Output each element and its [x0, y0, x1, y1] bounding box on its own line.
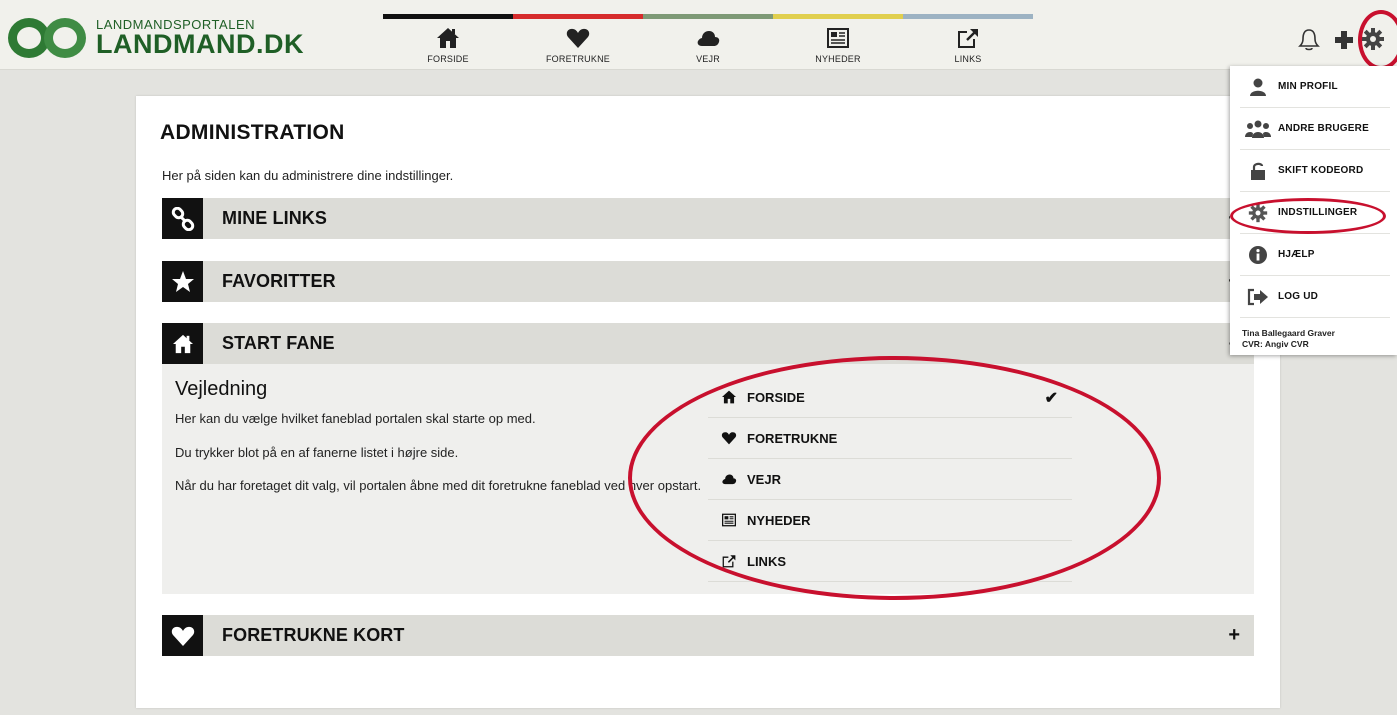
menu-label: SKIFT KODEORD	[1278, 165, 1364, 176]
menu-item-indstillinger[interactable]: INDSTILLINGER	[1240, 192, 1390, 234]
start-option-forside[interactable]: FORSIDE ✔	[708, 377, 1072, 418]
nav-label: LINKS	[954, 54, 982, 64]
menu-item-log-ud[interactable]: LOG UD	[1240, 276, 1390, 318]
start-fane-panel: Vejledning Her kan du vælge hvilket fane…	[162, 364, 1254, 594]
option-label: FORSIDE	[747, 389, 805, 405]
section-mine-links[interactable]: MINE LINKS +	[162, 198, 1254, 239]
section-title: FAVORITTER	[222, 271, 336, 291]
sign-out-icon	[1244, 287, 1272, 307]
logo-rings	[8, 18, 92, 58]
start-option-links[interactable]: LINKS	[708, 541, 1072, 582]
settings-dropdown: MIN PROFIL ANDRE BRUGERE SKIFT KODEORD I…	[1230, 66, 1397, 355]
menu-item-andre-brugere[interactable]: ANDRE BRUGERE	[1240, 108, 1390, 150]
cloud-icon	[697, 31, 720, 46]
menu-label: ANDRE BRUGERE	[1278, 123, 1369, 134]
section-title: START FANE	[222, 333, 335, 353]
nav-tab-foretrukne[interactable]: FORETRUKNE	[513, 14, 643, 70]
user-name: Tina Ballegaard Graver	[1242, 328, 1335, 338]
start-option-foretrukne[interactable]: FORETRUKNE	[708, 418, 1072, 459]
users-icon	[1244, 119, 1272, 139]
page-title: ADMINISTRATION	[160, 121, 345, 144]
chain-link-icon	[162, 198, 203, 239]
menu-label: MIN PROFIL	[1278, 81, 1338, 92]
menu-item-skift-kodeord[interactable]: SKIFT KODEORD	[1240, 150, 1390, 192]
guide-paragraph: Her kan du vælge hvilket faneblad portal…	[175, 411, 536, 426]
option-label: VEJR	[747, 471, 781, 487]
section-foretrukne-kort[interactable]: FORETRUKNE KORT +	[162, 615, 1254, 656]
menu-item-min-profil[interactable]: MIN PROFIL	[1240, 66, 1390, 108]
home-icon	[162, 323, 203, 364]
logo-wordmark: LANDMAND.DK	[96, 29, 304, 59]
option-label: LINKS	[747, 553, 786, 569]
start-option-nyheder[interactable]: NYHEDER	[708, 500, 1072, 541]
nav-label: NYHEDER	[815, 54, 861, 64]
nav-label: FORSIDE	[427, 54, 469, 64]
user-icon	[1244, 77, 1272, 97]
newspaper-icon	[827, 28, 849, 48]
main-nav: FORSIDE FORETRUKNE VEJR NYHEDER LINKS	[383, 14, 1033, 70]
nav-tab-forside[interactable]: FORSIDE	[383, 14, 513, 70]
option-label: NYHEDER	[747, 512, 811, 528]
expand-toggle[interactable]: +	[1228, 624, 1240, 647]
start-tab-options: FORSIDE ✔ FORETRUKNE VEJR NYHEDER LINKS	[708, 377, 1072, 582]
menu-label: INDSTILLINGER	[1278, 207, 1358, 218]
info-icon	[1244, 245, 1272, 265]
gear-icon	[1244, 203, 1272, 223]
star-icon	[162, 261, 203, 302]
user-info: Tina Ballegaard Graver CVR: Angiv CVR	[1242, 328, 1335, 350]
guide-title: Vejledning	[175, 378, 268, 400]
heart-icon	[162, 615, 203, 656]
menu-label: HJÆLP	[1278, 249, 1315, 260]
page-subtitle: Her på siden kan du administrere dine in…	[162, 168, 454, 183]
external-link-icon	[718, 553, 740, 569]
guide-paragraph: Du trykker blot på en af fanerne listet …	[175, 445, 459, 460]
bell-icon[interactable]	[1298, 28, 1320, 52]
nav-tab-nyheder[interactable]: NYHEDER	[773, 14, 903, 70]
section-title: MINE LINKS	[222, 208, 328, 228]
section-start-fane[interactable]: START FANE –	[162, 323, 1254, 364]
annotation-circle	[1358, 10, 1397, 70]
nav-label: VEJR	[696, 54, 720, 64]
nav-tab-links[interactable]: LINKS	[903, 14, 1033, 70]
logo[interactable]: LANDMANDSPORTALEN LANDMAND.DK	[8, 18, 304, 59]
start-option-vejr[interactable]: VEJR	[708, 459, 1072, 500]
section-favoritter[interactable]: FAVORITTER +	[162, 261, 1254, 302]
admin-card: ADMINISTRATION Her på siden kan du admin…	[136, 96, 1280, 708]
menu-item-hjaelp[interactable]: HJÆLP	[1240, 234, 1390, 276]
menu-label: LOG UD	[1278, 291, 1319, 302]
cloud-icon	[718, 471, 740, 487]
top-bar: LANDMANDSPORTALEN LANDMAND.DK FORSIDE FO…	[0, 0, 1397, 70]
plus-icon[interactable]	[1333, 28, 1355, 52]
newspaper-icon	[718, 512, 740, 528]
home-icon	[718, 389, 740, 405]
section-title: FORETRUKNE KORT	[222, 625, 405, 645]
external-link-icon	[958, 29, 978, 48]
home-icon	[437, 28, 459, 48]
nav-tab-vejr[interactable]: VEJR	[643, 14, 773, 70]
unlock-icon	[1244, 161, 1272, 181]
guide-paragraph: Når du har foretaget dit valg, vil porta…	[175, 478, 702, 493]
checkmark-icon: ✔	[1044, 390, 1058, 407]
option-label: FORETRUKNE	[747, 430, 838, 446]
heart-icon	[566, 28, 590, 48]
nav-label: FORETRUKNE	[545, 54, 610, 64]
heart-icon	[718, 430, 740, 446]
user-cvr: CVR: Angiv CVR	[1242, 339, 1309, 349]
